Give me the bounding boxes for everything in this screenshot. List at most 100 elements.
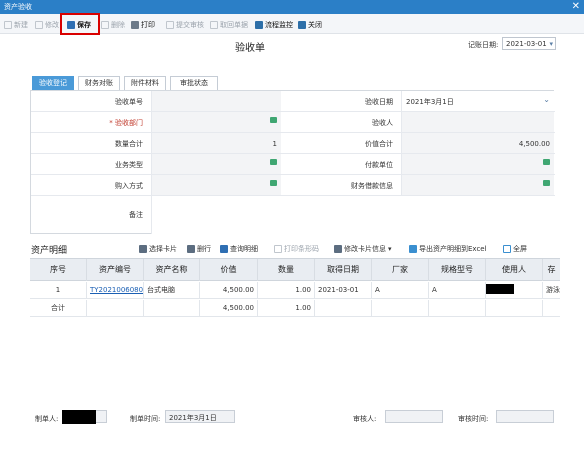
col-header[interactable]: 价值	[200, 259, 258, 281]
select-card-button[interactable]: 选择卡片	[139, 243, 177, 254]
review-time-field	[496, 410, 554, 423]
form-row: 验收单号 验收日期 2021年3月1日 ⌄	[31, 91, 555, 112]
delete-label: 删除	[111, 20, 125, 29]
select-card-label: 选择卡片	[149, 244, 177, 253]
asset-code-link[interactable]: TY2021006080	[90, 286, 143, 294]
cell-name: 台式电脑	[144, 282, 200, 299]
total-empty	[372, 300, 429, 317]
query-detail-button[interactable]: 查询明细	[220, 243, 258, 254]
edit-label: 修改	[45, 20, 59, 29]
new-button[interactable]: 新建	[4, 18, 28, 31]
withdraw-icon	[210, 20, 218, 29]
record-date-label: 记账日期:	[468, 41, 499, 49]
printer-icon	[131, 20, 139, 29]
cell-extra: 游泳	[546, 286, 560, 294]
delete-button[interactable]: 删除	[101, 18, 125, 31]
fullscreen-label: 全屏	[513, 244, 527, 253]
finance-field[interactable]	[401, 175, 554, 195]
record-date-field[interactable]: 2021-03-01 ▾	[502, 37, 556, 50]
record-date-value: 2021-03-01	[506, 40, 547, 48]
purchase-field[interactable]	[151, 175, 281, 195]
maker-label: 制单人:	[35, 415, 59, 423]
new-label: 新建	[14, 20, 28, 29]
qty-field: 1	[151, 133, 281, 153]
cell-date: 2021-03-01	[315, 282, 372, 299]
total-row: 合计 4,500.00 1.00	[30, 300, 560, 317]
window-title: 资产验收	[4, 3, 32, 11]
dept-label: * 验收部门	[109, 119, 143, 127]
receipt-no-field[interactable]	[151, 91, 281, 111]
col-header[interactable]: 使用人	[486, 259, 543, 281]
lookup-icon[interactable]	[543, 180, 550, 186]
form-row: 购入方式 财务借款信息	[31, 175, 555, 196]
page-title: 验收单	[235, 43, 265, 54]
finance-label: 财务借款信息	[351, 182, 393, 190]
col-header[interactable]: 数量	[258, 259, 315, 281]
col-header[interactable]: 序号	[30, 259, 87, 281]
exit-icon	[298, 20, 306, 29]
flow-monitor-button[interactable]: 流程监控	[255, 18, 293, 31]
payer-label: 付款单位	[365, 161, 393, 169]
total-empty	[87, 300, 144, 317]
col-header[interactable]: 资产名称	[144, 259, 200, 281]
flow-icon	[255, 20, 263, 29]
tab-attachments[interactable]: 附件材料	[124, 76, 166, 90]
tab-approval[interactable]: 审批状态	[170, 76, 218, 90]
export-label: 导出资产明细到Excel	[419, 244, 487, 253]
tab-finance[interactable]: 财务对账	[78, 76, 120, 90]
cell-no: 1	[30, 282, 87, 299]
lookup-icon[interactable]	[270, 180, 277, 186]
qty-label: 数量合计	[115, 140, 143, 148]
query-icon	[220, 244, 228, 253]
cell-code[interactable]: TY2021006080	[87, 282, 144, 299]
cell-qty: 1.00	[258, 282, 315, 299]
receipt-date-field[interactable]: 2021年3月1日 ⌄	[401, 91, 554, 111]
withdraw-button[interactable]: 取回单据	[210, 18, 248, 31]
redaction-block	[62, 410, 96, 424]
value-value: 4,500.00	[518, 140, 550, 148]
chevron-down-icon[interactable]: ▾	[388, 245, 392, 253]
cell-maker: A	[372, 282, 429, 299]
print-barcode-button[interactable]: 打印条形码	[274, 243, 319, 254]
total-label: 合计	[30, 300, 87, 317]
close-icon[interactable]: ✕	[572, 0, 580, 14]
delete-row-button[interactable]: 删行	[187, 243, 211, 254]
made-time-field: 2021年3月1日	[165, 410, 235, 423]
receiver-field[interactable]	[401, 112, 554, 132]
tab-receipt[interactable]: 验收登记	[32, 76, 74, 90]
biz-type-field[interactable]	[151, 154, 281, 174]
total-empty	[315, 300, 372, 317]
receipt-date-value: 2021年3月1日	[406, 98, 454, 106]
edit-button[interactable]: 修改	[35, 18, 59, 31]
col-header[interactable]: 取得日期	[315, 259, 372, 281]
col-header[interactable]: 存	[543, 259, 560, 281]
col-header[interactable]: 资产编号	[87, 259, 144, 281]
close-button[interactable]: 关闭	[298, 18, 322, 31]
payer-field[interactable]	[401, 154, 554, 174]
made-time-label: 制单时间:	[130, 415, 161, 423]
print-button[interactable]: 打印	[131, 18, 155, 31]
submit-review-button[interactable]: 提交审核	[166, 18, 204, 31]
edit-card-label: 修改卡片信息	[344, 244, 386, 253]
total-empty	[543, 300, 560, 317]
dept-field[interactable]	[151, 112, 281, 132]
col-header[interactable]: 厂家	[372, 259, 429, 281]
qty-value: 1	[272, 140, 277, 148]
flow-label: 流程监控	[265, 20, 293, 29]
lookup-icon[interactable]	[270, 117, 277, 123]
lookup-icon[interactable]	[270, 159, 277, 165]
export-excel-button[interactable]: 导出资产明细到Excel	[409, 243, 487, 254]
remark-label: 备注	[129, 211, 143, 219]
chevron-down-icon[interactable]: ▾	[549, 40, 553, 48]
window-titlebar: 资产验收 ✕	[0, 0, 584, 14]
reviewer-label: 审核人:	[353, 415, 377, 423]
review-time-label: 审核时间:	[458, 415, 489, 423]
chevron-down-icon[interactable]: ⌄	[543, 91, 550, 109]
table-row[interactable]: 1 TY2021006080 台式电脑 4,500.00 1.00 2021-0…	[30, 282, 560, 299]
lookup-icon[interactable]	[543, 159, 550, 165]
col-header[interactable]: 规格型号	[429, 259, 486, 281]
fullscreen-button[interactable]: 全屏	[503, 243, 527, 254]
remark-field[interactable]	[151, 196, 554, 234]
edit-card-button[interactable]: 修改卡片信息 ▾	[334, 243, 392, 254]
cell-model: A	[429, 282, 486, 299]
